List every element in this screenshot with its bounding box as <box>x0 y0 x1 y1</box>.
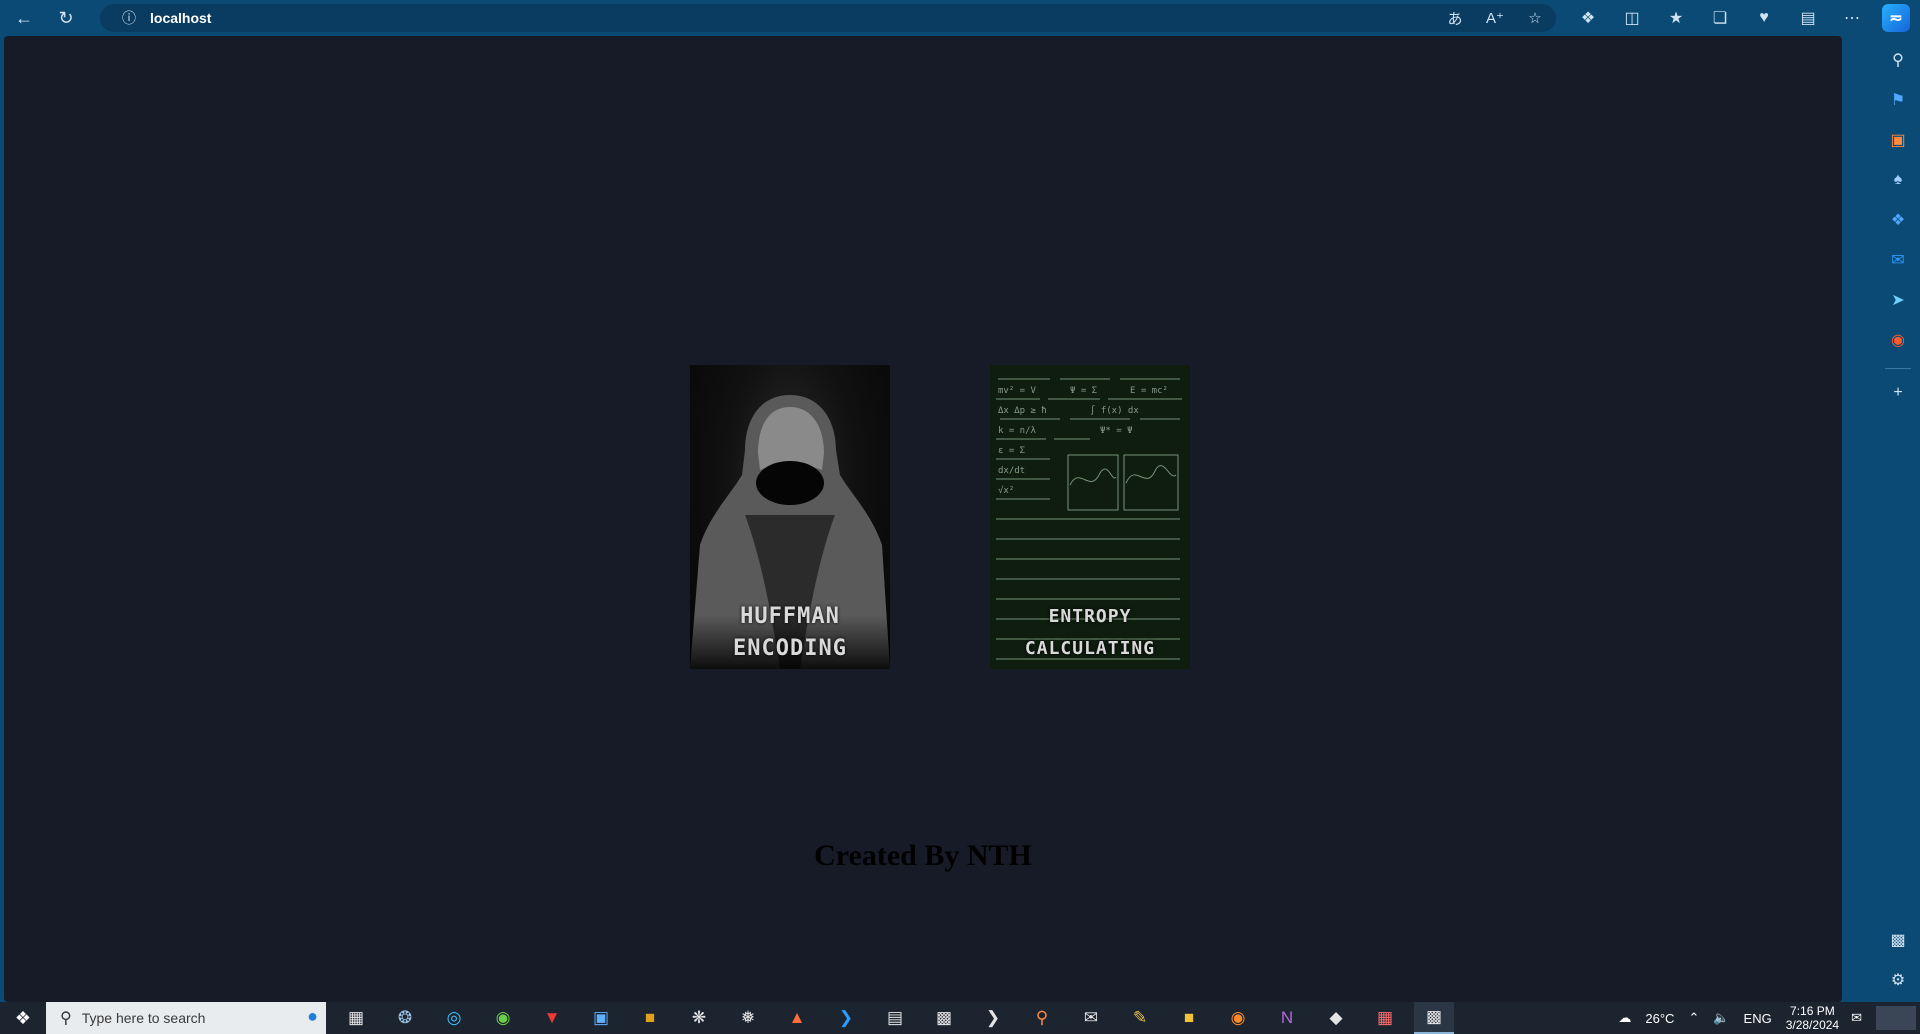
search-highlight-icon: ● <box>307 1006 318 1026</box>
edge-icon[interactable]: ◎ <box>434 1002 474 1034</box>
address-bar[interactable]: ⓘ localhost あ A⁺ ☆ <box>100 4 1556 32</box>
windows-start-icon[interactable]: ❖ <box>0 1002 46 1034</box>
language-indicator[interactable]: ENG <box>1744 1011 1772 1026</box>
taskbar-search-box[interactable]: ⚲ Type here to search ● <box>46 1002 326 1034</box>
svg-text:Δx Δp ≥ ħ: Δx Δp ≥ ħ <box>998 406 1047 416</box>
mail-icon[interactable]: ✉ <box>1071 1002 1111 1034</box>
translate-icon[interactable]: あ <box>1442 8 1468 29</box>
green-app-icon[interactable]: ◉ <box>483 1002 523 1034</box>
workspaces-icon[interactable]: ▤ <box>1792 8 1824 28</box>
terminal-icon[interactable]: ▤ <box>875 1002 915 1034</box>
onenote-icon[interactable]: N <box>1267 1002 1307 1034</box>
powershell-icon[interactable]: ❯ <box>973 1002 1013 1034</box>
svg-text:ε = Σ: ε = Σ <box>998 446 1025 456</box>
active-window-icon[interactable]: ▩ <box>1414 1002 1454 1034</box>
microsoft-365-icon[interactable]: ❖ <box>1882 204 1914 236</box>
clock-date: 3/28/2024 <box>1785 1018 1840 1032</box>
cmd-icon[interactable]: ▩ <box>924 1002 964 1034</box>
search-placeholder: Type here to search <box>81 1010 206 1026</box>
notifications-icon[interactable]: ✉ <box>1851 1010 1862 1026</box>
card-title-line1: ENTROPY <box>1048 606 1132 627</box>
clock-time: 7:16 PM <box>1790 1004 1835 1018</box>
card-title-line2: ENCODING <box>733 636 847 661</box>
refresh-icon[interactable]: ↻ <box>48 2 84 34</box>
fire-app-icon[interactable]: ▲ <box>777 1002 817 1034</box>
card-title: HUFFMAN ENCODING <box>690 601 890 665</box>
card-title: ENTROPY CALCULATING <box>990 601 1190 665</box>
system-tray: ☁ 26°C ⌃ 🔈 ENG 7:16 PM 3/28/2024 ✉ <box>1618 1002 1920 1034</box>
vscode-icon[interactable]: ❯ <box>826 1002 866 1034</box>
taskbar-clock[interactable]: 7:16 PM 3/28/2024 <box>1786 1004 1839 1032</box>
card-title-line1: HUFFMAN <box>740 604 840 629</box>
add-sidebar-app-icon[interactable]: + <box>1882 377 1914 409</box>
outlook-icon[interactable]: ✉ <box>1882 244 1914 276</box>
app-grid-icon[interactable]: ▦ <box>1365 1002 1405 1034</box>
screenshot-icon[interactable]: ▩ <box>1882 924 1914 956</box>
read-aloud-icon[interactable]: A⁺ <box>1482 9 1508 27</box>
task-view-icon[interactable]: ▦ <box>336 1002 376 1034</box>
svg-text:√x²: √x² <box>998 485 1014 496</box>
collections-icon[interactable]: ❏ <box>1704 8 1736 28</box>
shopping-tag-icon[interactable]: ⚑ <box>1882 84 1914 116</box>
search-icon: ⚲ <box>60 1010 72 1027</box>
vivaldi-icon[interactable]: ▼ <box>532 1002 572 1034</box>
sidebar-divider <box>1885 368 1911 369</box>
more-menu-icon[interactable]: ⋯ <box>1836 8 1868 28</box>
copilot-icon[interactable]: ≂ <box>1882 4 1910 32</box>
unity-icon[interactable]: ◆ <box>1316 1002 1356 1034</box>
microsoft-store-icon[interactable]: ▣ <box>581 1002 621 1034</box>
windows-taskbar: ❖ ⚲ Type here to search ● ▦ ❂ ◎ ◉ ▼ ▣ ■ … <box>0 1002 1920 1034</box>
paint-icon[interactable]: ❋ <box>679 1002 719 1034</box>
site-info-icon[interactable]: ⓘ <box>114 8 144 28</box>
steam-icon[interactable]: ❂ <box>385 1002 425 1034</box>
notes-icon[interactable]: ✎ <box>1120 1002 1160 1034</box>
browser-toolbar: ← ↻ ⓘ localhost あ A⁺ ☆ ❖ ◫ ★ ❏ ♥ ▤ ⋯ ≂ <box>0 0 1920 36</box>
favorites-icon[interactable]: ★ <box>1660 8 1692 28</box>
page-content: HUFFMAN ENCODING mv² = V Ψ = Σ E = mc² Δx … <box>4 36 1842 1002</box>
split-screen-icon[interactable]: ◫ <box>1616 8 1648 28</box>
svg-text:E = mc²: E = mc² <box>1130 386 1168 396</box>
weather-temp[interactable]: 26°C <box>1645 1011 1674 1026</box>
search-tool-icon[interactable]: ⚲ <box>1022 1002 1062 1034</box>
back-arrow-icon[interactable]: ← <box>6 2 42 34</box>
sidebar-settings-gear-icon[interactable]: ⚙ <box>1882 964 1914 996</box>
credit-text: Created By NTH <box>814 839 1032 872</box>
url-text[interactable]: localhost <box>150 10 211 26</box>
file-app-icon[interactable]: ■ <box>630 1002 670 1034</box>
browser-sidebar: ⚲ ⚑ ▣ ♠ ❖ ✉ ➤ ◉ + ▩ ⚙ <box>1876 36 1920 1002</box>
svg-text:k = n/λ: k = n/λ <box>998 426 1037 436</box>
huffman-encoding-card[interactable]: HUFFMAN ENCODING <box>690 365 890 669</box>
browser-essentials-icon[interactable]: ♥ <box>1748 9 1780 27</box>
volume-icon[interactable]: 🔈 <box>1713 1010 1729 1026</box>
svg-text:mv² = V: mv² = V <box>998 386 1037 396</box>
entropy-calculating-card[interactable]: mv² = V Ψ = Σ E = mc² Δx Δp ≥ ħ ∫ f(x) dx k… <box>990 365 1190 669</box>
card-title-line2: CALCULATING <box>1024 638 1156 659</box>
telegram-icon[interactable]: ➤ <box>1882 284 1914 316</box>
extensions-icon[interactable]: ❖ <box>1572 8 1604 28</box>
blender-icon[interactable]: ◉ <box>1218 1002 1258 1034</box>
svg-text:Ψ = Σ: Ψ = Σ <box>1070 386 1097 396</box>
tools-briefcase-icon[interactable]: ▣ <box>1882 124 1914 156</box>
reddit-icon[interactable]: ◉ <box>1882 324 1914 356</box>
favorite-star-icon[interactable]: ☆ <box>1522 9 1548 27</box>
tray-chevron-up-icon[interactable]: ⌃ <box>1688 1010 1699 1026</box>
search-icon[interactable]: ⚲ <box>1882 44 1914 76</box>
svg-text:Ψ* = Ψ: Ψ* = Ψ <box>1100 426 1133 436</box>
games-icon[interactable]: ♠ <box>1882 164 1914 196</box>
svg-text:∫ f(x) dx: ∫ f(x) dx <box>1090 405 1139 416</box>
svg-text:dx/dt: dx/dt <box>998 466 1025 476</box>
weather-cloud-icon[interactable]: ☁ <box>1618 1010 1631 1026</box>
show-desktop-thumbnail[interactable] <box>1876 1006 1916 1030</box>
palette-icon[interactable]: ❅ <box>728 1002 768 1034</box>
file-explorer-icon[interactable]: ■ <box>1169 1002 1209 1034</box>
